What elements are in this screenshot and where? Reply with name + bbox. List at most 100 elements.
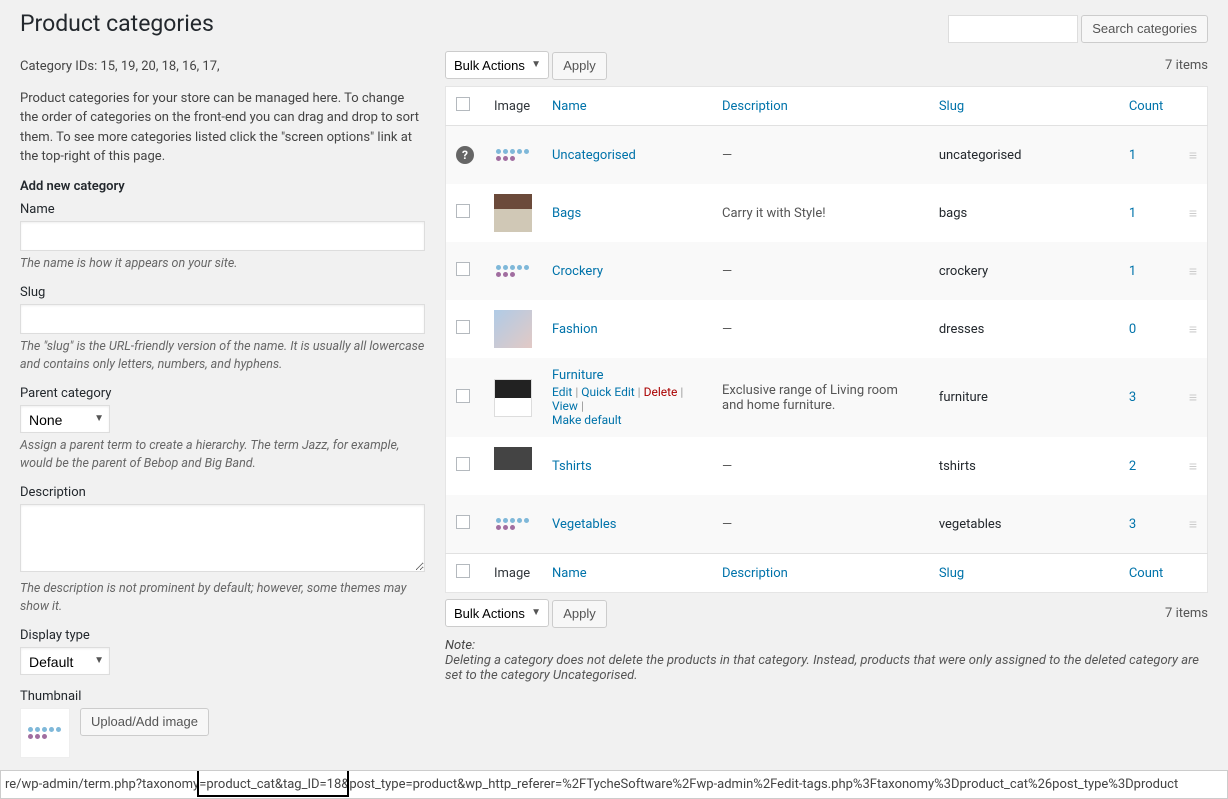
edit-link[interactable]: Edit [552, 385, 572, 399]
row-count-link[interactable]: 1 [1129, 148, 1136, 163]
row-description: — [722, 148, 732, 163]
row-slug: crockery [939, 264, 988, 279]
row-checkbox[interactable] [456, 515, 470, 529]
thumbnail-label: Thumbnail [20, 689, 425, 704]
add-category-heading: Add new category [20, 179, 425, 194]
slug-input[interactable] [20, 304, 425, 334]
row-slug: dresses [939, 322, 985, 337]
row-count-link[interactable]: 3 [1129, 390, 1136, 405]
row-checkbox[interactable] [456, 204, 470, 218]
table-row: Crockery — crockery 1 ≡ [446, 242, 1208, 300]
delete-link[interactable]: Delete [644, 385, 678, 399]
row-count-link[interactable]: 1 [1129, 264, 1136, 279]
display-type-select[interactable]: Default [20, 647, 110, 675]
table-row: Furniture Edit | Quick Edit | Delete | Vi… [446, 358, 1208, 437]
table-row: BagsCarry it with Style!bags1≡ [446, 184, 1208, 242]
parent-hint: Assign a parent term to create a hierarc… [20, 437, 425, 473]
row-description: — [722, 264, 732, 279]
slug-hint: The "slug" is the URL-friendly version o… [20, 338, 425, 374]
thumbnail-placeholder-icon [494, 252, 532, 290]
row-slug: furniture [939, 390, 988, 405]
apply-button-bottom[interactable]: Apply [552, 600, 607, 628]
parent-label: Parent category [20, 386, 425, 401]
bulk-actions-select-top[interactable]: Bulk Actions [445, 51, 549, 79]
thumbnail-image [494, 310, 532, 348]
quick-edit-link[interactable]: Quick Edit [581, 385, 634, 399]
row-description: Exclusive range of Living room and home … [722, 383, 898, 413]
status-url-bar: re/wp-admin/term.php?taxonomy=product_ca… [0, 770, 1228, 799]
col-slug-foot[interactable]: Slug [939, 566, 964, 581]
col-count-foot[interactable]: Count [1129, 566, 1163, 581]
category-name-link[interactable]: Fashion [552, 322, 598, 337]
category-name-link[interactable]: Bags [552, 206, 581, 221]
thumbnail-image [494, 447, 532, 485]
drag-handle-icon[interactable]: ≡ [1189, 390, 1197, 406]
row-actions: Edit | Quick Edit | Delete | View |Make … [552, 385, 702, 427]
table-row: Vegetables—vegetables3≡ [446, 495, 1208, 554]
row-count-link[interactable]: 0 [1129, 322, 1136, 337]
name-input[interactable] [20, 221, 425, 251]
description-label: Description [20, 485, 425, 500]
row-checkbox[interactable] [456, 262, 470, 276]
row-slug: bags [939, 206, 967, 221]
row-slug: uncategorised [939, 148, 1022, 163]
thumbnail-image [494, 194, 532, 232]
search-categories-button[interactable]: Search categories [1081, 15, 1208, 43]
category-name-link[interactable]: Vegetables [552, 517, 616, 532]
view-link[interactable]: View [552, 399, 578, 413]
col-count[interactable]: Count [1129, 99, 1163, 114]
category-name-link[interactable]: Uncategorised [552, 148, 636, 163]
upload-image-button[interactable]: Upload/Add image [80, 708, 209, 736]
slug-label: Slug [20, 285, 425, 300]
help-icon[interactable]: ? [456, 146, 474, 164]
description-hint: The description is not prominent by defa… [20, 580, 425, 616]
items-count-top: 7 items [1165, 58, 1208, 73]
parent-select[interactable]: None [20, 405, 110, 433]
drag-handle-icon[interactable]: ≡ [1189, 322, 1197, 338]
description-input[interactable] [20, 504, 425, 572]
make-default-link[interactable]: Make default [552, 413, 622, 427]
row-checkbox[interactable] [456, 457, 470, 471]
col-name[interactable]: Name [552, 99, 587, 114]
search-input[interactable] [948, 15, 1078, 43]
thumbnail-preview [20, 708, 70, 758]
row-count-link[interactable]: 2 [1129, 459, 1136, 474]
col-name-foot[interactable]: Name [552, 566, 587, 581]
drag-handle-icon[interactable]: ≡ [1189, 148, 1197, 164]
bulk-actions-select-bottom[interactable]: Bulk Actions [445, 599, 549, 627]
table-row: Fashion — dresses 0 ≡ [446, 300, 1208, 358]
row-slug: tshirts [939, 459, 976, 474]
table-row: ? Uncategorised — uncategorised 1 ≡ [446, 126, 1208, 185]
row-description: — [722, 322, 732, 337]
col-image: Image [484, 87, 542, 126]
thumbnail-placeholder-icon [494, 136, 532, 174]
drag-handle-icon[interactable]: ≡ [1189, 264, 1197, 280]
note-title: Note: [445, 638, 1208, 653]
drag-handle-icon[interactable]: ≡ [1189, 517, 1197, 533]
apply-button-top[interactable]: Apply [552, 52, 607, 80]
row-count-link[interactable]: 1 [1129, 206, 1136, 221]
name-hint: The name is how it appears on your site. [20, 255, 425, 273]
col-description-foot[interactable]: Description [722, 566, 788, 581]
row-description: — [722, 459, 732, 474]
categories-table: Image Name Description Slug Count ? Uncat… [445, 86, 1208, 593]
category-name-link[interactable]: Tshirts [552, 459, 592, 474]
select-all-checkbox-bottom[interactable] [456, 564, 470, 578]
intro-text: Product categories for your store can be… [20, 89, 425, 167]
drag-handle-icon[interactable]: ≡ [1189, 459, 1197, 475]
woo-placeholder-icon [28, 727, 62, 739]
category-name-link[interactable]: Crockery [552, 264, 603, 279]
row-count-link[interactable]: 3 [1129, 517, 1136, 532]
category-name-link[interactable]: Furniture [552, 368, 604, 383]
col-slug[interactable]: Slug [939, 99, 964, 114]
category-ids-text: Category IDs: 15, 19, 20, 18, 16, 17, [20, 57, 425, 77]
row-checkbox[interactable] [456, 320, 470, 334]
note-body: Deleting a category does not delete the … [445, 653, 1208, 683]
drag-handle-icon[interactable]: ≡ [1189, 206, 1197, 222]
thumbnail-image [494, 379, 532, 417]
thumbnail-placeholder-icon [494, 505, 532, 543]
row-checkbox[interactable] [456, 389, 470, 403]
col-description[interactable]: Description [722, 99, 788, 114]
select-all-checkbox-top[interactable] [456, 97, 470, 111]
items-count-bottom: 7 items [1165, 606, 1208, 621]
